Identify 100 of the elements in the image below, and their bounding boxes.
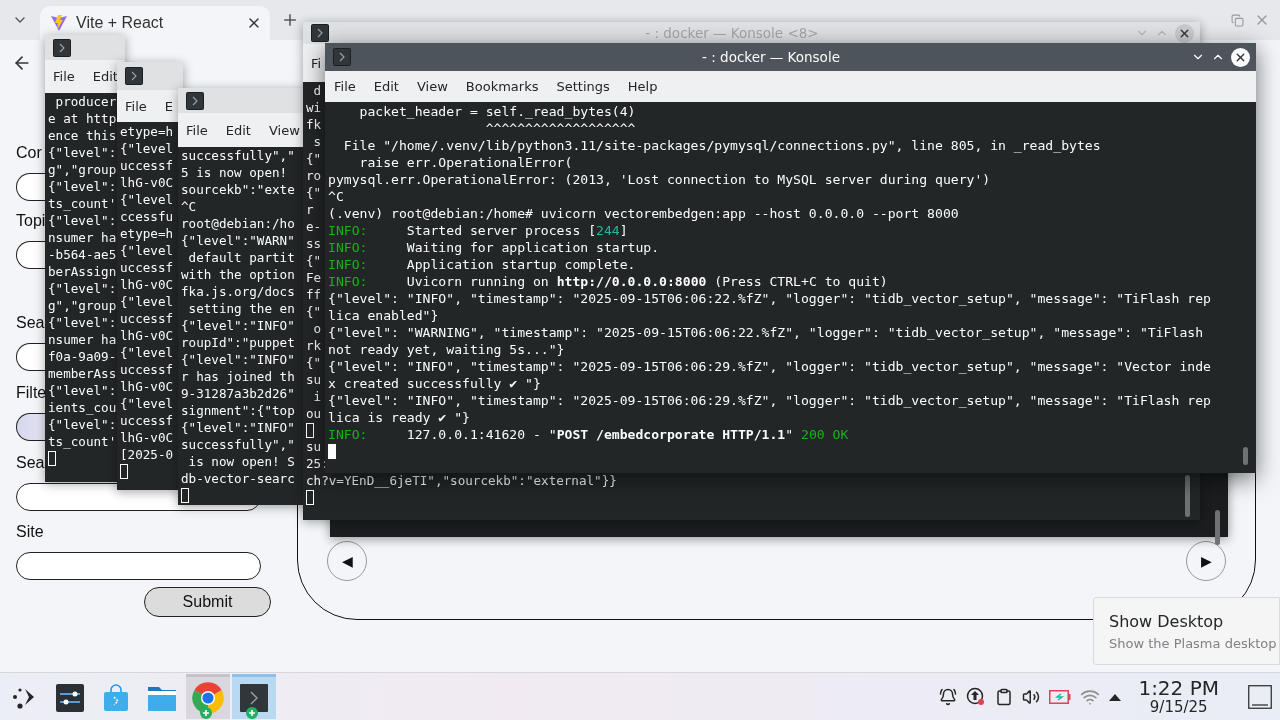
terminal-icon xyxy=(125,67,143,85)
scrollbar-handle[interactable] xyxy=(1185,475,1190,517)
menu-item[interactable]: Edit xyxy=(92,69,118,84)
terminal-line: {"level":"WARN" xyxy=(181,232,295,249)
terminal-line: -b564-ae5 xyxy=(48,246,117,263)
menu-item[interactable]: File xyxy=(125,98,147,114)
terminal-line: lica is ready ✔ "} xyxy=(328,409,470,426)
text-field[interactable] xyxy=(16,173,45,201)
terminal-line: ts_count' xyxy=(48,433,117,450)
terminal-line: {"level": xyxy=(48,382,117,399)
scrollbar-handle[interactable] xyxy=(1243,447,1248,465)
terminal-line: fk xyxy=(306,116,322,133)
terminal-line: memberAss xyxy=(48,365,117,382)
terminal-line: INFO: Waiting for application startup. xyxy=(328,239,660,256)
field-label: Sea xyxy=(16,313,45,333)
restore-icon xyxy=(1231,13,1244,27)
menu-item[interactable]: File xyxy=(334,79,356,94)
field-label: Site xyxy=(16,522,44,542)
menu-item[interactable]: Bookmarks xyxy=(465,79,539,94)
terminal-line: {"level": xyxy=(48,280,117,297)
menu-item[interactable]: Edit xyxy=(373,79,399,94)
next-button[interactable]: ▶ xyxy=(1186,541,1226,581)
terminal-line: {" xyxy=(306,184,322,201)
battery-icon[interactable] xyxy=(1049,689,1072,704)
terminal-line: {"level": "INFO", "timestamp": "2025-09-15T06:06:29.%fZ", "logger": "tidb_vector_setup", "message": "Vector inde xyxy=(328,358,1211,375)
menu-item[interactable]: File xyxy=(186,122,208,138)
clock[interactable]: 1:22 PM 9/15/25 xyxy=(1138,677,1219,716)
terminal-line: sourcekb":"exte xyxy=(181,181,295,198)
terminal-line: d xyxy=(312,82,322,99)
terminal-line: ^C xyxy=(181,198,197,215)
lightning-icon xyxy=(50,14,68,32)
terminal-line: {" xyxy=(306,354,322,371)
taskbar-button[interactable] xyxy=(232,674,276,719)
terminal-line: {"level":"INFO" xyxy=(181,419,295,436)
bell-icon[interactable] xyxy=(939,687,958,706)
clock-date: 9/15/25 xyxy=(1149,699,1208,716)
menu-item[interactable]: Help xyxy=(627,79,658,94)
close-button[interactable] xyxy=(1231,47,1250,67)
dropdown-field[interactable] xyxy=(16,413,45,441)
plus-icon xyxy=(281,11,299,29)
close-button[interactable] xyxy=(1175,23,1194,43)
terminal-line: {"level": "INFO", "timestamp": "2025-09-15T06:06:22.%fZ", "logger": "tidb_vector_setup", "message": "TiFlash rep xyxy=(328,290,1211,307)
terminal-line: s xyxy=(312,133,322,150)
previous-button[interactable]: ◀ xyxy=(327,541,367,581)
terminal-line: INFO: Started server process [244] xyxy=(328,222,628,239)
terminal-line: wi xyxy=(306,99,322,116)
terminal-line: etype=h xyxy=(120,225,174,242)
volume-icon[interactable] xyxy=(1022,687,1041,706)
menu-item[interactable]: Settings xyxy=(556,79,610,94)
submit-button[interactable]: Submit xyxy=(144,587,271,617)
terminal-line: not ready yet, waiting 5s..."} xyxy=(328,341,565,358)
terminal-line: INFO: Uvicorn running on http://0.0.0.0:8000 (Press CTRL+C to quit) xyxy=(328,273,888,290)
expand-arrow-icon[interactable] xyxy=(1109,692,1122,701)
terminal-line: {"level": xyxy=(48,178,117,195)
terminal-line: o xyxy=(312,320,322,337)
terminal-line: ts_count' xyxy=(48,195,117,212)
terminal-line: {"level":"INFO" xyxy=(181,317,295,334)
menu-item[interactable]: E xyxy=(164,98,173,114)
terminal-line: {" xyxy=(306,303,322,320)
terminal-line: fka.js.org/docs xyxy=(181,283,295,300)
plus-badge-icon xyxy=(200,707,212,719)
menu-item[interactable]: Fi xyxy=(311,55,322,71)
terminal-line: etype=h xyxy=(120,123,174,140)
menu-item[interactable]: File xyxy=(53,69,75,84)
terminal-line: e- xyxy=(306,218,322,235)
menu-item[interactable]: View xyxy=(416,79,448,94)
terminal-line: ou xyxy=(306,405,322,422)
sliders-icon xyxy=(56,684,84,712)
terminal-line: i xyxy=(312,388,322,405)
terminal-line: lhG-v0C xyxy=(120,429,174,446)
terminal-line: uccessf xyxy=(120,310,174,327)
terminal-line: successfully"," xyxy=(181,147,295,164)
text-cursor xyxy=(306,423,314,438)
tooltip-subtitle: Show the Plasma desktop xyxy=(1109,636,1278,651)
scrollbar-handle[interactable] xyxy=(1215,510,1220,545)
terminal-line: signment":{"top xyxy=(181,402,295,419)
terminal-line: with the option xyxy=(181,266,295,283)
menu-item[interactable]: View xyxy=(268,122,300,138)
terminal-line: successfully"," xyxy=(181,436,295,453)
terminal-line: {"level": xyxy=(48,212,117,229)
terminal-line: e at http xyxy=(48,110,117,127)
clock-time: 1:22 PM xyxy=(1138,677,1219,699)
desktop-icon xyxy=(1248,684,1272,709)
terminal-line: lhG-v0C xyxy=(120,276,174,293)
terminal-icon xyxy=(186,91,204,110)
terminal-line: (.venv) root@debian:/home# uvicorn vectorembedgen:app --host 0.0.0.0 --port 8000 xyxy=(328,205,959,222)
terminal-line: uccessf xyxy=(120,157,174,174)
terminal-line: packet_header = self._read_bytes(4) xyxy=(358,103,636,120)
text-field[interactable] xyxy=(16,343,45,371)
terminal-line: {"level": "INFO", "timestamp": "2025-09-15T06:06:29.%fZ", "logger": "tidb_vector_setup", "message": "TiFlash rep xyxy=(328,392,1211,409)
terminal-icon xyxy=(311,24,329,42)
clipboard-icon[interactable] xyxy=(995,687,1014,706)
text-field[interactable] xyxy=(16,552,261,580)
browser-tab[interactable]: Vite + React xyxy=(40,6,270,40)
update-icon[interactable] xyxy=(966,686,987,707)
terminal-line: su xyxy=(306,371,322,388)
terminal-line: {"level xyxy=(120,242,174,259)
text-field[interactable] xyxy=(16,241,45,269)
menu-item[interactable]: Edit xyxy=(225,122,251,138)
terminal-line: r xyxy=(306,201,315,218)
